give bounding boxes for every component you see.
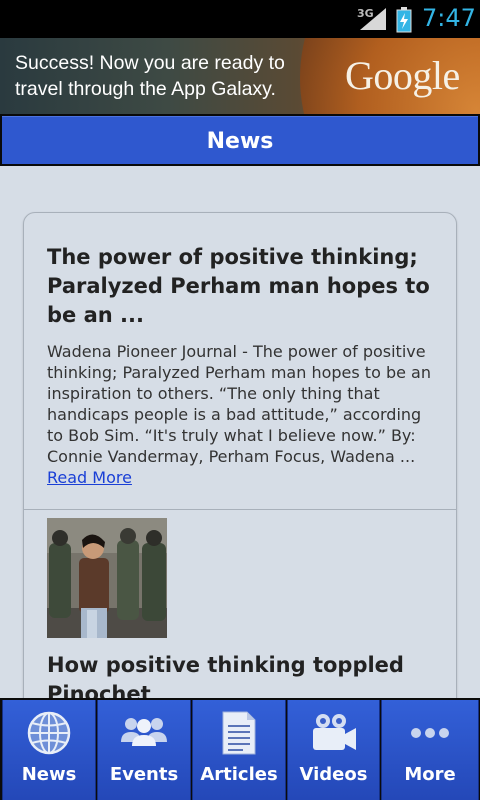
tab-label: More	[404, 764, 456, 785]
news-card: The power of positive thinking; Paralyze…	[23, 212, 457, 698]
status-bar: 3G 7:47	[0, 0, 480, 38]
article-photo[interactable]	[47, 518, 167, 638]
tab-label: News	[21, 764, 77, 785]
tab-label: Videos	[299, 764, 368, 785]
google-logo: Google	[345, 53, 460, 98]
video-camera-icon	[288, 710, 379, 756]
page-header: News	[0, 114, 480, 166]
tab-videos[interactable]: Videos	[287, 700, 380, 800]
article-headline[interactable]: How positive thinking toppled Pinochet	[47, 651, 437, 698]
bottom-tab-bar: News Events Articles Videos More	[0, 698, 480, 800]
signal-icon	[360, 8, 386, 30]
people-icon	[98, 710, 190, 756]
read-more-link[interactable]: Read More	[47, 467, 132, 488]
tab-articles[interactable]: Articles	[192, 700, 286, 800]
tab-events[interactable]: Events	[97, 700, 191, 800]
document-icon	[193, 710, 285, 756]
list-item[interactable]: The power of positive thinking; Paralyze…	[47, 243, 437, 488]
article-photo-image	[47, 518, 167, 638]
ad-banner[interactable]: Success! Now you are ready to travel thr…	[0, 38, 480, 114]
article-summary-text: Wadena Pioneer Journal - The power of po…	[47, 342, 431, 466]
tab-news[interactable]: News	[2, 700, 96, 800]
divider	[24, 509, 456, 510]
clock: 7:47	[422, 4, 476, 32]
battery-icon	[396, 7, 412, 33]
page-title: News	[206, 129, 274, 154]
tab-more[interactable]: More	[381, 700, 479, 800]
tab-label: Articles	[200, 764, 278, 785]
more-dots-icon	[382, 710, 478, 756]
article-headline[interactable]: The power of positive thinking; Paralyze…	[47, 243, 437, 330]
ad-text: Success! Now you are ready to travel thr…	[15, 52, 285, 100]
tab-label: Events	[109, 764, 179, 785]
news-list[interactable]: The power of positive thinking; Paralyze…	[0, 166, 480, 698]
globe-icon	[3, 710, 95, 756]
app-screen: 3G 7:47 Success! Now you are ready to tr…	[0, 0, 480, 800]
article-summary: Wadena Pioneer Journal - The power of po…	[47, 341, 437, 488]
header-bar: News	[2, 116, 478, 164]
